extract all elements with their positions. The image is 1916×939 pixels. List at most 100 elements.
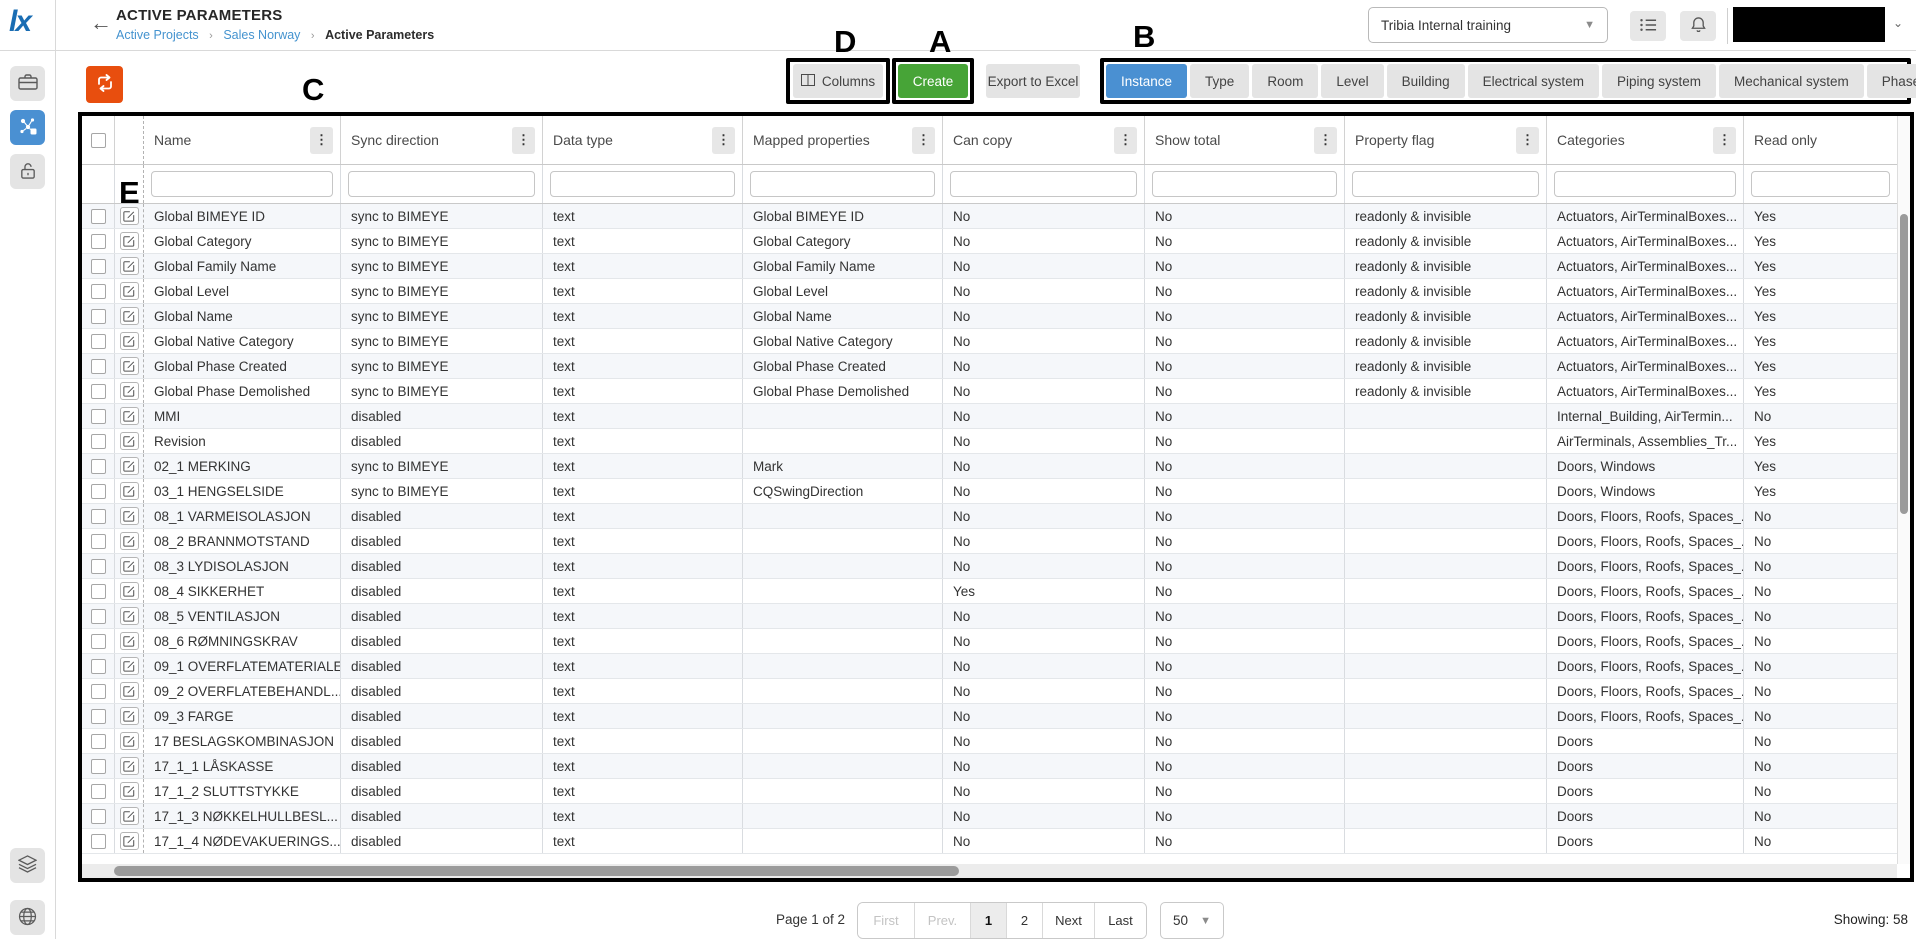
edit-row-button[interactable]	[119, 232, 139, 250]
tab-instance[interactable]: Instance	[1106, 64, 1188, 98]
breadcrumb-sales-norway[interactable]: Sales Norway	[223, 28, 300, 42]
notifications-button[interactable]	[1680, 11, 1716, 41]
page-size-dropdown[interactable]: 50 ▼	[1160, 902, 1224, 939]
row-checkbox[interactable]	[90, 733, 106, 749]
edit-row-button[interactable]	[119, 707, 139, 725]
tab-building[interactable]: Building	[1386, 64, 1465, 98]
row-checkbox[interactable]	[90, 783, 106, 799]
filter-input-show-total[interactable]	[1152, 171, 1337, 197]
edit-row-button[interactable]	[119, 582, 139, 600]
filter-input-sync-direction[interactable]	[348, 171, 535, 197]
column-menu-button-show-total[interactable]: ⋮	[1314, 126, 1337, 154]
vertical-scrollbar-thumb[interactable]	[1900, 214, 1908, 514]
row-checkbox[interactable]	[90, 383, 106, 399]
back-arrow-icon[interactable]: ←	[90, 10, 112, 36]
select-all-checkbox[interactable]	[90, 132, 106, 148]
column-menu-button-mapped-properties[interactable]: ⋮	[912, 126, 935, 154]
edit-row-button[interactable]	[119, 432, 139, 450]
horizontal-scrollbar[interactable]	[82, 864, 1897, 878]
row-checkbox[interactable]	[90, 533, 106, 549]
tab-level[interactable]: Level	[1321, 64, 1384, 98]
sidebar-item-layers[interactable]	[10, 848, 45, 883]
filter-input-name[interactable]	[151, 171, 333, 197]
edit-row-button[interactable]	[119, 407, 139, 425]
row-checkbox[interactable]	[90, 233, 106, 249]
row-checkbox[interactable]	[90, 558, 106, 574]
filter-input-data-type[interactable]	[550, 171, 735, 197]
pagination-prev-button[interactable]: Prev.	[914, 903, 970, 938]
sidebar-item-projects[interactable]	[10, 66, 45, 101]
row-checkbox[interactable]	[90, 333, 106, 349]
column-menu-button-sync-direction[interactable]: ⋮	[512, 126, 535, 154]
edit-row-button[interactable]	[119, 482, 139, 500]
edit-row-button[interactable]	[119, 757, 139, 775]
row-checkbox[interactable]	[90, 608, 106, 624]
column-menu-button-name[interactable]: ⋮	[310, 126, 333, 154]
row-checkbox[interactable]	[90, 483, 106, 499]
sidebar-item-permissions[interactable]	[10, 154, 45, 189]
tab-room[interactable]: Room	[1252, 64, 1319, 98]
tab-type[interactable]: Type	[1190, 64, 1250, 98]
edit-row-button[interactable]	[119, 532, 139, 550]
filter-input-categories[interactable]	[1554, 171, 1736, 197]
edit-row-button[interactable]	[119, 607, 139, 625]
row-checkbox[interactable]	[90, 458, 106, 474]
app-logo[interactable]: lx	[9, 5, 32, 39]
sync-button[interactable]	[86, 66, 123, 103]
sidebar-item-language[interactable]	[10, 900, 45, 935]
edit-row-button[interactable]	[119, 732, 139, 750]
create-button[interactable]: Create	[898, 64, 968, 98]
pagination-page-1-button[interactable]: 1	[970, 903, 1006, 938]
tab-phase[interactable]: Phase	[1866, 64, 1916, 98]
activity-list-button[interactable]	[1630, 11, 1666, 41]
vertical-scrollbar[interactable]	[1897, 116, 1910, 864]
project-selector-dropdown[interactable]: Tribia Internal training ▼	[1368, 7, 1608, 43]
edit-row-button[interactable]	[119, 632, 139, 650]
edit-row-button[interactable]	[119, 657, 139, 675]
pagination-first-button[interactable]: First	[858, 903, 914, 938]
tab-mechanical-system[interactable]: Mechanical system	[1719, 64, 1864, 98]
row-checkbox[interactable]	[90, 508, 106, 524]
filter-input-property-flag[interactable]	[1352, 171, 1539, 197]
horizontal-scrollbar-thumb[interactable]	[114, 866, 959, 876]
row-checkbox[interactable]	[90, 258, 106, 274]
edit-row-button[interactable]	[119, 682, 139, 700]
row-checkbox[interactable]	[90, 683, 106, 699]
filter-input-mapped-properties[interactable]	[750, 171, 935, 197]
pagination-last-button[interactable]: Last	[1094, 903, 1146, 938]
edit-row-button[interactable]	[119, 257, 139, 275]
edit-row-button[interactable]	[119, 457, 139, 475]
pagination-next-button[interactable]: Next	[1042, 903, 1094, 938]
row-checkbox[interactable]	[90, 833, 106, 849]
edit-row-button[interactable]	[119, 807, 139, 825]
user-menu-chevron-icon[interactable]: ⌄	[1893, 16, 1903, 30]
user-name-redacted[interactable]	[1733, 7, 1885, 42]
row-checkbox[interactable]	[90, 633, 106, 649]
column-menu-button-property-flag[interactable]: ⋮	[1516, 126, 1539, 154]
tab-electrical-system[interactable]: Electrical system	[1467, 64, 1599, 98]
edit-row-button[interactable]	[119, 357, 139, 375]
row-checkbox[interactable]	[90, 433, 106, 449]
column-menu-button-can-copy[interactable]: ⋮	[1114, 126, 1137, 154]
edit-row-button[interactable]	[119, 832, 139, 850]
edit-row-button[interactable]	[119, 282, 139, 300]
edit-row-button[interactable]	[119, 307, 139, 325]
row-checkbox[interactable]	[90, 658, 106, 674]
column-menu-button-categories[interactable]: ⋮	[1713, 126, 1736, 154]
edit-row-button[interactable]	[119, 382, 139, 400]
row-checkbox[interactable]	[90, 758, 106, 774]
column-menu-button-data-type[interactable]: ⋮	[712, 126, 735, 154]
row-checkbox[interactable]	[90, 708, 106, 724]
row-checkbox[interactable]	[90, 308, 106, 324]
row-checkbox[interactable]	[90, 808, 106, 824]
sidebar-item-parameters[interactable]	[10, 110, 45, 145]
filter-input-read-only[interactable]	[1751, 171, 1890, 197]
columns-button[interactable]: Columns	[793, 64, 883, 98]
edit-row-button[interactable]	[119, 557, 139, 575]
edit-row-button[interactable]	[119, 507, 139, 525]
edit-row-button[interactable]	[119, 782, 139, 800]
export-to-excel-button[interactable]: Export to Excel	[986, 64, 1080, 98]
filter-input-can-copy[interactable]	[950, 171, 1137, 197]
edit-row-button[interactable]	[119, 332, 139, 350]
row-checkbox[interactable]	[90, 583, 106, 599]
